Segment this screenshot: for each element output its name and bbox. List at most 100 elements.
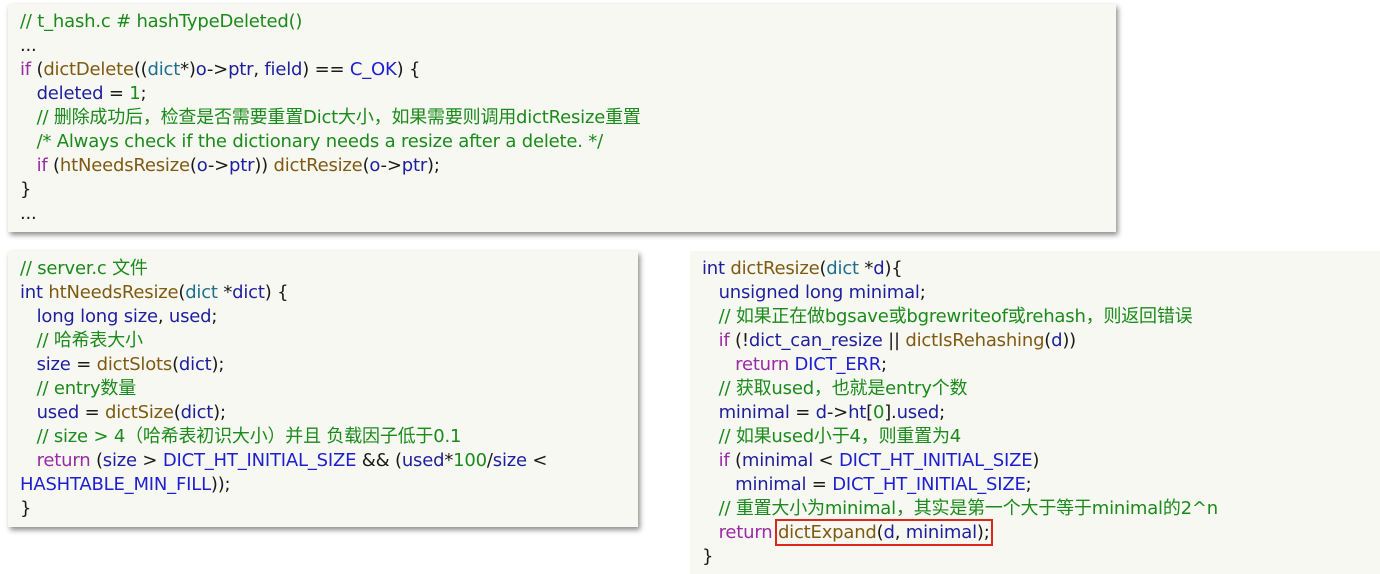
code-line: deleted = 1; bbox=[20, 82, 1106, 106]
code-token-punct: *) bbox=[180, 59, 196, 80]
code-token-punct: ( bbox=[172, 354, 179, 375]
code-token-macro: DICT_HT_INITIAL_SIZE bbox=[832, 474, 1026, 495]
code-token-comment: // 如果正在做bgsave或bgrewriteof或rehash，则返回错误 bbox=[718, 306, 1193, 327]
code-token-punct: ( bbox=[30, 59, 44, 80]
code-token-punct: -> bbox=[380, 155, 402, 176]
code-line: ... bbox=[20, 202, 1106, 226]
code-token-plain: minimal bbox=[848, 282, 920, 303]
code-line: // size > 4（哈希表初识大小）并且 负载因子低于0.1 bbox=[20, 425, 628, 449]
code-token-punct: = bbox=[789, 402, 816, 423]
code-token-punct: * bbox=[217, 282, 233, 303]
code-line: unsigned long minimal; bbox=[702, 281, 1370, 305]
code-token-macro: DICT_HT_INITIAL_SIZE bbox=[838, 450, 1033, 471]
code-token-punct: ); bbox=[427, 155, 440, 176]
code-token-punct: )); bbox=[210, 474, 231, 495]
code-token-num: 0 bbox=[872, 402, 885, 423]
code-token-punct bbox=[20, 354, 37, 375]
code-line: used = dictSize(dict); bbox=[20, 401, 628, 425]
code-token-punct: < bbox=[526, 450, 548, 471]
code-token-punct: )) bbox=[1062, 330, 1077, 351]
code-token-punct: , bbox=[894, 522, 906, 543]
code-token-plain: size bbox=[102, 450, 137, 471]
code-token-comment: // 获取used，也就是entry个数 bbox=[718, 378, 968, 399]
code-token-plain: minimal bbox=[905, 522, 977, 543]
code-token-func: dictExpand bbox=[777, 522, 877, 543]
code-token-plain: ptr bbox=[229, 155, 255, 176]
code-token-comment: // 重置大小为minimal，其实是第一个大于等于minimal的2^n bbox=[718, 498, 1219, 519]
code-line: // t_hash.c # hashTypeDeleted() bbox=[20, 10, 1106, 34]
code-token-punct bbox=[702, 426, 719, 447]
code-token-punct: ); bbox=[211, 354, 225, 375]
code-token-type: unsigned long bbox=[718, 282, 844, 303]
code-token-punct: ); bbox=[213, 402, 226, 423]
code-token-func: dictIsRehashing bbox=[905, 330, 1045, 351]
code-token-punct: ) { bbox=[396, 59, 421, 80]
code-token-punct bbox=[20, 83, 37, 104]
code-line: if (dictDelete((dict*)o->ptr, field) == … bbox=[20, 58, 1106, 82]
code-token-param: dict bbox=[185, 282, 218, 303]
code-line: // server.c 文件 bbox=[20, 257, 628, 281]
code-token-punct: || bbox=[882, 330, 906, 351]
code-token-punct: -> bbox=[207, 155, 230, 176]
code-token-kw: return bbox=[735, 354, 789, 375]
code-line: /* Always check if the dictionary needs … bbox=[20, 130, 1106, 154]
code-token-punct: ; bbox=[881, 354, 887, 375]
code-token-macro: DICT_HT_INITIAL_SIZE bbox=[162, 450, 357, 471]
code-token-punct bbox=[20, 306, 37, 327]
code-token-plain: d bbox=[873, 258, 885, 279]
code-token-punct: > bbox=[136, 450, 163, 471]
code-token-punct: ; bbox=[140, 83, 147, 104]
code-token-plain: o bbox=[369, 155, 381, 176]
code-line: HASHTABLE_MIN_FILL)); bbox=[20, 473, 628, 497]
code-token-punct: } bbox=[702, 546, 714, 567]
code-token-punct: ){ bbox=[884, 258, 903, 279]
code-token-plain: used bbox=[401, 450, 445, 471]
code-token-func: dictDelete bbox=[43, 59, 134, 80]
code-token-plain: dict_can_resize bbox=[748, 330, 883, 351]
code-line: // 重置大小为minimal，其实是第一个大于等于minimal的2^n bbox=[702, 497, 1370, 521]
code-token-punct: ( bbox=[189, 155, 197, 176]
code-token-punct: ) { bbox=[264, 282, 289, 303]
code-line: } bbox=[20, 497, 628, 521]
code-token-punct bbox=[702, 402, 719, 423]
code-token-punct bbox=[702, 282, 719, 303]
code-token-plain: used bbox=[896, 402, 940, 423]
code-token-plain: d bbox=[815, 402, 827, 423]
code-token-kw: if bbox=[718, 330, 730, 351]
code-line: // 哈希表大小 bbox=[20, 329, 628, 353]
code-token-punct: ]. bbox=[884, 402, 897, 423]
code-token-macro: HASHTABLE_MIN_FILL bbox=[20, 474, 211, 495]
code-line: return DICT_ERR; bbox=[702, 353, 1370, 377]
code-line: ... bbox=[20, 34, 1106, 58]
code-token-plain: dict bbox=[180, 402, 214, 423]
code-token-punct: * bbox=[858, 258, 874, 279]
code-token-comment: // entry数量 bbox=[36, 378, 137, 399]
code-line: if (!dict_can_resize || dictIsRehashing(… bbox=[702, 329, 1370, 353]
code-token-macro: DICT_ERR bbox=[794, 354, 882, 375]
code-token-punct: ; bbox=[211, 306, 218, 327]
code-line: // 删除成功后，检查是否需要重置Dict大小，如果需要则调用dictResiz… bbox=[20, 106, 1106, 130]
code-line: long long size, used; bbox=[20, 305, 628, 329]
code-line: } bbox=[20, 178, 1106, 202]
code-token-punct bbox=[702, 378, 719, 399]
code-token-comment: // 如果used小于4，则重置为4 bbox=[718, 426, 962, 447]
code-token-kw: return bbox=[718, 522, 773, 543]
code-token-punct: = bbox=[103, 83, 130, 104]
code-token-punct: = bbox=[70, 354, 97, 375]
code-token-comment: // 哈希表大小 bbox=[36, 330, 143, 351]
code-token-plain: field bbox=[264, 59, 303, 80]
code-token-plain: deleted bbox=[36, 83, 104, 104]
code-line: int htNeedsResize(dict *dict) { bbox=[20, 281, 628, 305]
code-token-plain: minimal bbox=[741, 450, 814, 471]
code-line: int dictResize(dict *d){ bbox=[702, 257, 1370, 281]
code-token-punct: )) bbox=[254, 155, 274, 176]
code-token-func: htNeedsResize bbox=[48, 282, 179, 303]
code-token-plain: d bbox=[1051, 330, 1063, 351]
code-token-punct: ); bbox=[976, 522, 990, 543]
code-token-punct bbox=[20, 426, 37, 447]
code-token-punct bbox=[702, 522, 719, 543]
code-token-punct: ( bbox=[90, 450, 103, 471]
code-token-punct: = bbox=[806, 474, 833, 495]
code-token-punct bbox=[20, 107, 37, 128]
code-token-punct: ; bbox=[1025, 474, 1032, 495]
